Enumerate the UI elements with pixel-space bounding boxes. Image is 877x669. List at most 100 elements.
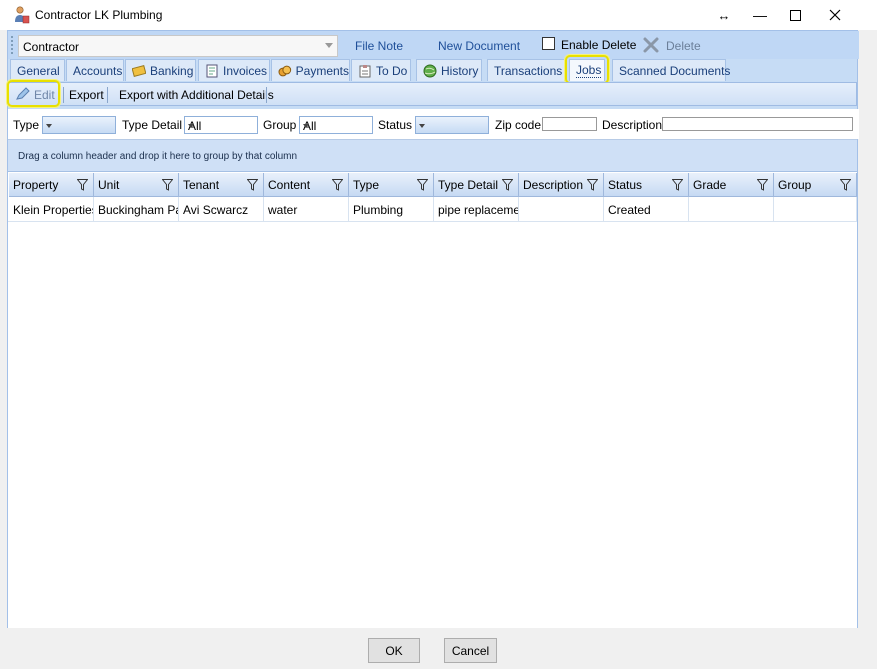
group-filter-select[interactable]: All xyxy=(299,116,373,134)
column-header-label: Type Detail xyxy=(438,178,499,192)
cell-type-detail[interactable]: pipe replacemen xyxy=(434,197,519,222)
column-header-grade[interactable]: Grade xyxy=(689,173,774,197)
tab-payments[interactable]: Payments xyxy=(271,59,350,81)
tab-label: Payments xyxy=(295,63,349,78)
column-header-label: Property xyxy=(13,178,59,192)
column-header-tenant[interactable]: Tenant xyxy=(179,173,264,197)
chevron-down-icon xyxy=(46,124,52,128)
cell-unit[interactable]: Buckingham Pa xyxy=(94,197,179,222)
column-header-label: Description xyxy=(523,178,584,192)
group-by-panel[interactable]: Drag a column header and drop it here to… xyxy=(8,140,857,172)
invoice-icon xyxy=(206,64,218,77)
filter-funnel-icon[interactable] xyxy=(672,179,683,191)
filter-funnel-icon[interactable] xyxy=(502,179,513,191)
column-header-description[interactable]: Description xyxy=(519,173,604,197)
status-filter-label: Status xyxy=(378,118,413,132)
coins-icon xyxy=(278,65,292,76)
cell-description[interactable] xyxy=(519,197,604,222)
filter-funnel-icon[interactable] xyxy=(757,179,768,191)
column-header-label: Type xyxy=(353,178,380,192)
edit-button-highlight xyxy=(7,80,60,107)
cell-tenant[interactable]: Avi Scwarcz xyxy=(179,197,264,222)
toolbar-separator xyxy=(107,87,108,103)
banking-card-icon xyxy=(132,64,146,77)
tab-scanned-documents[interactable]: Scanned Documents xyxy=(612,59,730,81)
tab-label: Banking xyxy=(150,63,194,78)
filter-funnel-icon[interactable] xyxy=(247,179,258,191)
resize-icon[interactable]: ↔ xyxy=(706,0,742,30)
status-filter-select[interactable] xyxy=(415,116,489,134)
type-detail-filter-label: Type Detail xyxy=(122,118,183,132)
column-header-label: Tenant xyxy=(183,178,220,192)
todo-clipboard-icon xyxy=(359,64,371,77)
type-filter-select[interactable] xyxy=(42,116,116,134)
column-header-unit[interactable]: Unit xyxy=(94,173,179,197)
close-button[interactable] xyxy=(812,0,858,30)
filter-funnel-icon[interactable] xyxy=(417,179,428,191)
filter-row: Type Type Detail All Group All Status Zi… xyxy=(8,109,859,139)
filter-funnel-icon[interactable] xyxy=(162,179,173,191)
tab-general[interactable]: General xyxy=(10,59,65,81)
cell-group[interactable] xyxy=(774,197,857,222)
description-input[interactable] xyxy=(662,117,853,131)
filter-funnel-icon[interactable] xyxy=(77,179,88,191)
column-header-label: Content xyxy=(268,178,311,192)
filter-funnel-icon[interactable] xyxy=(332,179,343,191)
group-by-hint: Drag a column header and drop it here to… xyxy=(18,151,298,162)
export-button[interactable]: Export xyxy=(69,88,104,102)
column-header-label: Grade xyxy=(693,178,727,192)
tab-todo[interactable]: To Do xyxy=(351,59,411,81)
chevron-down-icon xyxy=(419,124,425,128)
type-detail-filter-select[interactable]: All xyxy=(184,116,258,134)
grid-header-row: Property Unit Tenant Content Type Type D… xyxy=(8,173,857,197)
tab-accounts[interactable]: Accounts xyxy=(66,59,124,81)
column-header-content[interactable]: Content xyxy=(264,173,349,197)
export-additional-details-button[interactable]: Export with Additional Details xyxy=(119,88,274,102)
cell-property[interactable]: Klein Properties xyxy=(9,197,94,222)
zip-code-input[interactable] xyxy=(542,117,597,131)
column-header-type-detail[interactable]: Type Detail xyxy=(434,173,519,197)
cell-content[interactable]: water xyxy=(264,197,349,222)
tab-label: Accounts xyxy=(73,63,123,78)
column-header-status[interactable]: Status xyxy=(604,173,689,197)
filter-funnel-icon[interactable] xyxy=(840,179,851,191)
column-header-type[interactable]: Type xyxy=(349,173,434,197)
cell-grade[interactable] xyxy=(689,197,774,222)
toolbar-separator xyxy=(266,87,267,103)
top-toolbar: Contractor File Note New Document Enable… xyxy=(8,31,859,59)
chevron-down-icon xyxy=(325,43,333,48)
tab-invoices[interactable]: Invoices xyxy=(198,59,270,81)
ok-button[interactable]: OK xyxy=(368,638,420,663)
column-header-group[interactable]: Group xyxy=(774,173,857,197)
group-filter-label: Group xyxy=(263,118,297,132)
new-document-button[interactable]: New Document xyxy=(438,39,520,53)
enable-delete-label: Enable Delete xyxy=(561,38,637,52)
enable-delete-checkbox[interactable] xyxy=(542,37,555,50)
contractor-person-icon xyxy=(15,6,30,24)
jobs-tab-highlight xyxy=(565,55,609,84)
main-panel: Contractor File Note New Document Enable… xyxy=(7,30,859,628)
chevron-down-icon xyxy=(188,124,194,128)
column-header-property[interactable]: Property xyxy=(9,173,94,197)
tab-transactions[interactable]: Transactions xyxy=(487,59,565,81)
title-bar: Contractor LK Plumbing ↔ — xyxy=(0,0,877,30)
cancel-button[interactable]: Cancel xyxy=(444,638,497,663)
cell-type[interactable]: Plumbing xyxy=(349,197,434,222)
filter-funnel-icon[interactable] xyxy=(587,179,598,191)
cell-status[interactable]: Created xyxy=(604,197,689,222)
delete-button[interactable]: Delete xyxy=(666,39,701,53)
description-filter-label: Description xyxy=(602,118,663,132)
tab-history[interactable]: History xyxy=(416,59,482,81)
column-header-label: Status xyxy=(608,178,643,192)
contractor-combo[interactable]: Contractor xyxy=(18,35,338,57)
jobs-toolbar: Edit Export Export with Additional Detai… xyxy=(7,80,857,107)
tab-strip: General Accounts Banking Invoices Paymen… xyxy=(8,55,859,84)
tab-label: Transactions xyxy=(494,63,563,78)
file-note-button[interactable]: File Note xyxy=(355,39,403,53)
close-icon xyxy=(829,9,841,21)
toolbar-separator xyxy=(63,87,64,103)
tab-banking[interactable]: Banking xyxy=(125,59,196,81)
zip-code-filter-label: Zip code xyxy=(495,118,542,132)
table-row[interactable]: Klein Properties Buckingham Pa Avi Scwar… xyxy=(8,197,857,222)
toolbar-grip[interactable] xyxy=(11,36,14,54)
